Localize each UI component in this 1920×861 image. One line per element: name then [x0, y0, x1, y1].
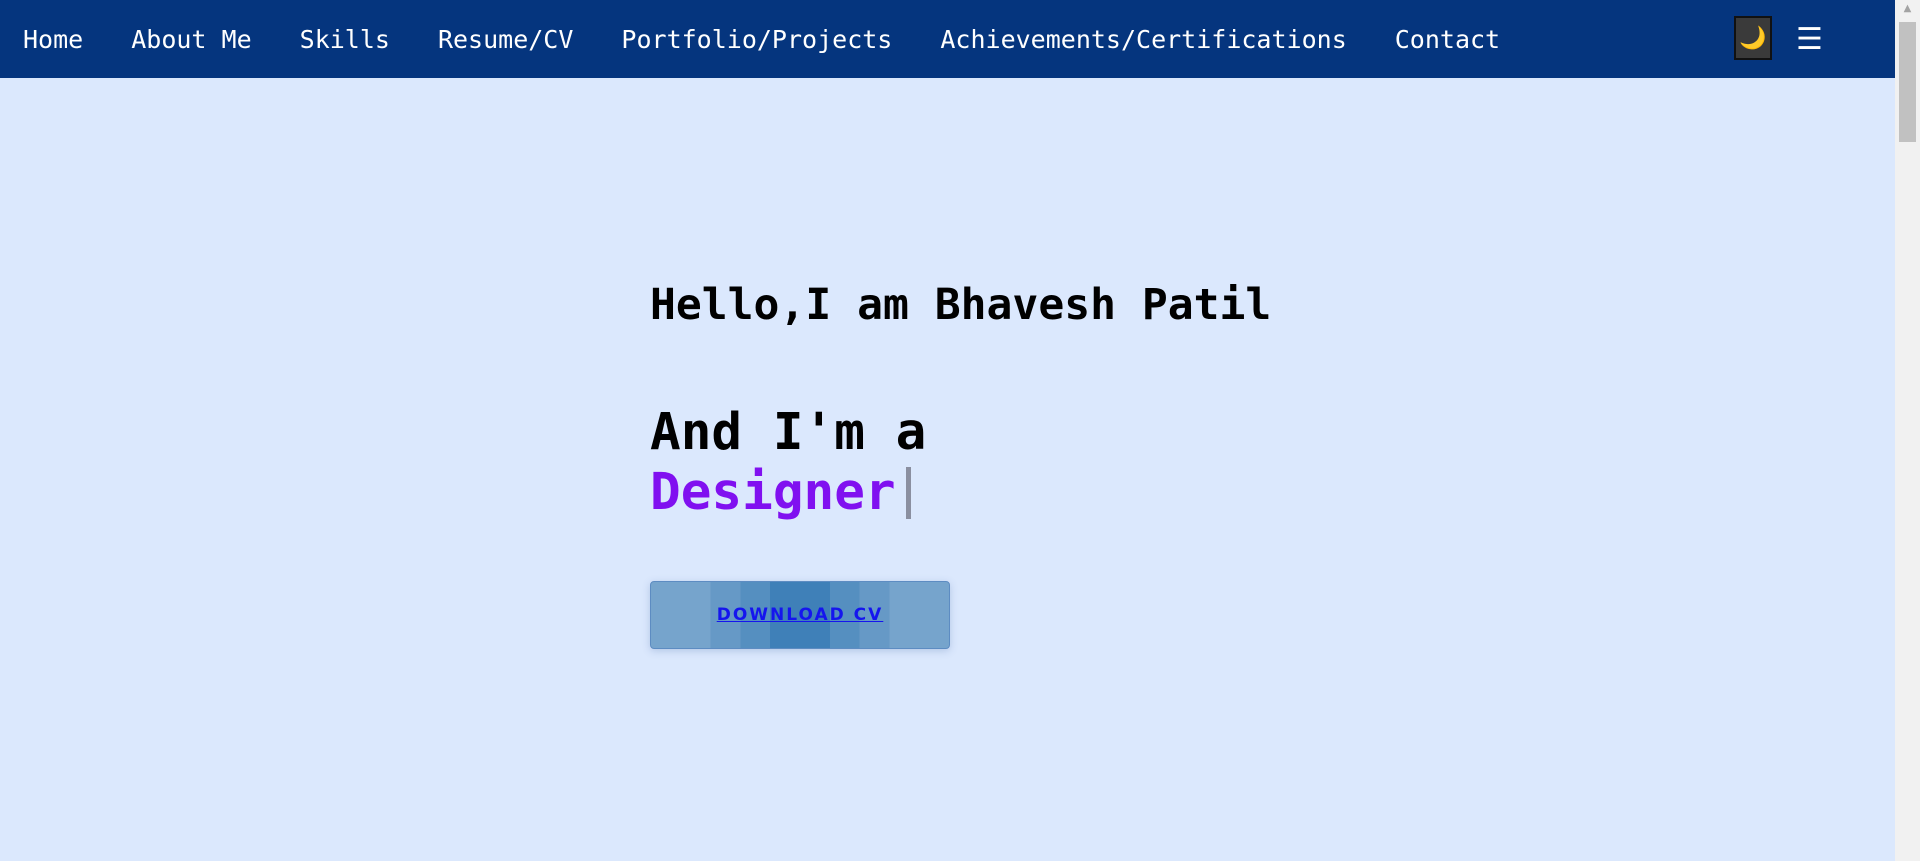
download-cv-button[interactable]: DOWNLOAD CV [650, 581, 950, 649]
nav-link-resume-cv[interactable]: Resume/CV [438, 25, 573, 54]
moon-icon: 🌙 [1739, 25, 1767, 51]
hero-greeting: Hello,I am Bhavesh Patil [650, 280, 1272, 330]
navbar: Home About Me Skills Resume/CV Portfolio… [0, 0, 1895, 78]
theme-toggle-button[interactable]: 🌙 [1734, 16, 1772, 60]
vertical-scrollbar[interactable]: ▲ [1895, 0, 1920, 861]
nav-link-home[interactable]: Home [23, 25, 83, 54]
scroll-up-arrow-icon[interactable]: ▲ [1895, 0, 1920, 18]
nav-link-achievements-certifications[interactable]: Achievements/Certifications [940, 25, 1346, 54]
nav-link-contact[interactable]: Contact [1395, 25, 1500, 54]
hero-role-prefix: And I'm a [650, 403, 927, 462]
hero-section: Hello,I am Bhavesh Patil And I'm a Desig… [650, 280, 1272, 649]
scrollbar-thumb[interactable] [1899, 22, 1916, 142]
nav-link-about-me[interactable]: About Me [131, 25, 251, 54]
hamburger-menu-icon[interactable]: ☰ [1796, 22, 1823, 58]
nav-link-skills[interactable]: Skills [300, 25, 390, 54]
download-cv-label: DOWNLOAD CV [716, 605, 884, 625]
nav-link-portfolio-projects[interactable]: Portfolio/Projects [621, 25, 892, 54]
typing-cursor [905, 466, 911, 519]
hero-role-line: Designer [650, 463, 911, 522]
hero-role-text: Designer [650, 463, 896, 522]
nav-links: Home About Me Skills Resume/CV Portfolio… [0, 0, 1548, 78]
